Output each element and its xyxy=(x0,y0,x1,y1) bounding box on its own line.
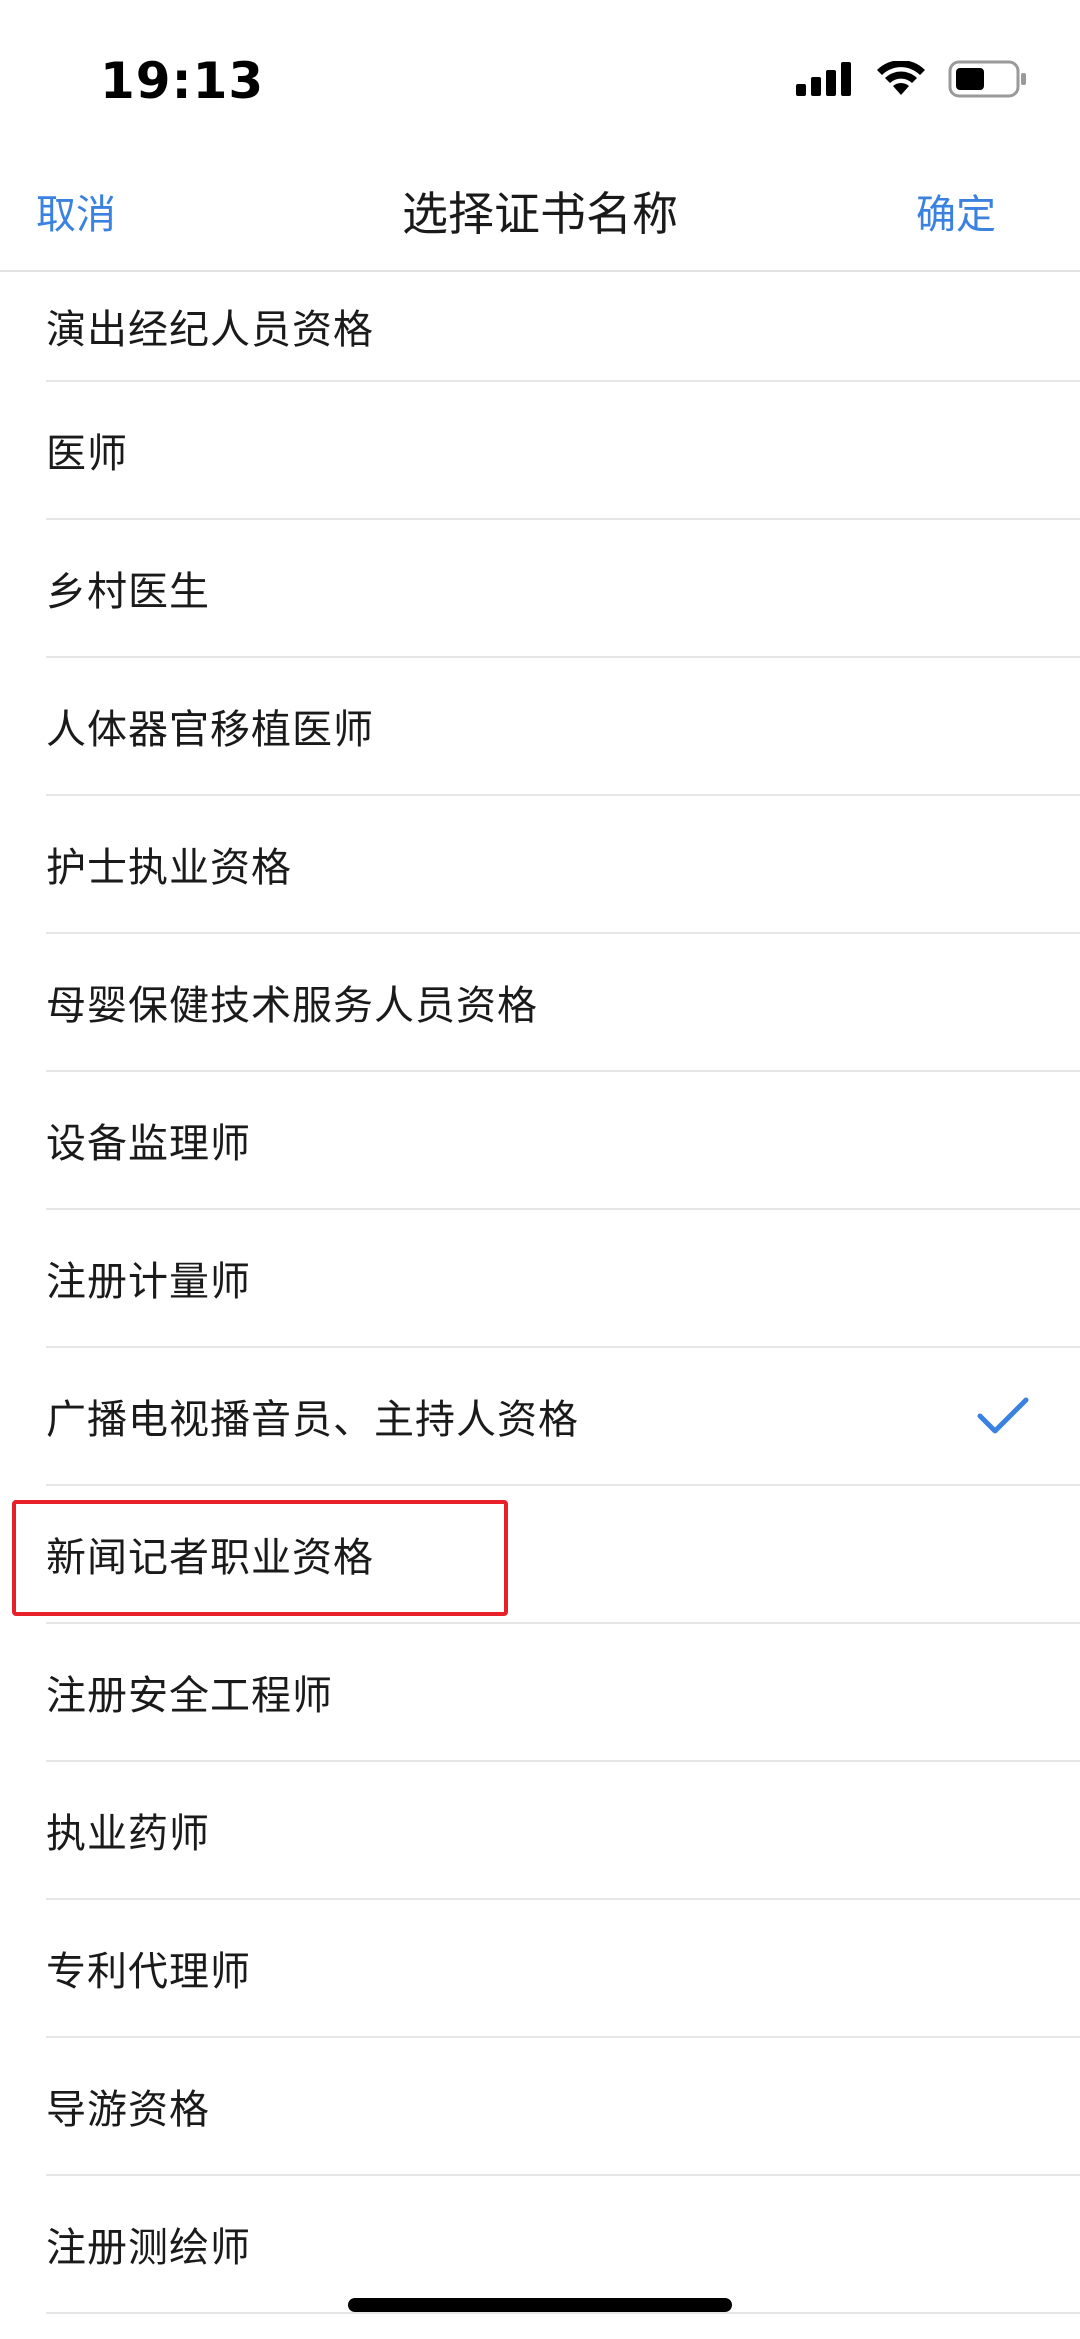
signal-icon xyxy=(796,62,854,100)
list-item-label: 注册计量师 xyxy=(46,1259,251,1305)
wifi-icon xyxy=(876,60,926,101)
list-item-selected[interactable]: 广播电视播音员、主持人资格 xyxy=(46,1348,1080,1486)
list-item-label: 新闻记者职业资格 xyxy=(46,1535,374,1581)
list-item[interactable]: 医师 xyxy=(46,382,1080,520)
certificate-list: 演出经纪人员资格 医师 乡村医生 人体器官移植医师 护士执业资格 母婴保健技术服… xyxy=(0,272,1080,2314)
list-item[interactable]: 执业药师 xyxy=(46,1762,1080,1900)
nav-bar: 取消 选择证书名称 确定 xyxy=(0,150,1080,272)
list-item[interactable]: 设备监理师 xyxy=(46,1072,1080,1210)
list-item-label: 人体器官移植医师 xyxy=(46,707,374,753)
list-item[interactable]: 注册测绘师 xyxy=(46,2176,1080,2314)
list-item[interactable]: 注册安全工程师 xyxy=(46,1624,1080,1762)
list-item-label: 注册测绘师 xyxy=(46,2225,251,2271)
list-item-label: 广播电视播音员、主持人资格 xyxy=(46,1397,579,1443)
list-item-label: 演出经纪人员资格 xyxy=(46,307,374,353)
list-item-label: 乡村医生 xyxy=(46,569,210,615)
status-time: 19:13 xyxy=(100,52,265,110)
home-indicator xyxy=(348,2298,732,2312)
list-item[interactable]: 注册计量师 xyxy=(46,1210,1080,1348)
list-item[interactable]: 导游资格 xyxy=(46,2038,1080,2176)
list-item[interactable]: 乡村医生 xyxy=(46,520,1080,658)
battery-icon xyxy=(948,60,1028,102)
list-item-label: 医师 xyxy=(46,431,128,477)
confirm-button[interactable]: 确定 xyxy=(916,182,996,240)
list-item[interactable]: 母婴保健技术服务人员资格 xyxy=(46,934,1080,1072)
list-item-label: 注册安全工程师 xyxy=(46,1673,333,1719)
list-item[interactable]: 新闻记者职业资格 xyxy=(46,1486,1080,1624)
list-item-label: 设备监理师 xyxy=(46,1121,251,1167)
list-item[interactable]: 护士执业资格 xyxy=(46,796,1080,934)
list-item-label: 执业药师 xyxy=(46,1811,210,1857)
checkmark-icon xyxy=(976,1396,1030,1436)
status-icons xyxy=(796,60,1028,102)
list-item-label: 护士执业资格 xyxy=(46,845,292,891)
list-item[interactable]: 演出经纪人员资格 xyxy=(46,272,1080,382)
status-bar: 19:13 xyxy=(0,0,1080,150)
list-item-label: 母婴保健技术服务人员资格 xyxy=(46,983,538,1029)
list-item-label: 专利代理师 xyxy=(46,1949,251,1995)
list-item-label: 导游资格 xyxy=(46,2087,210,2133)
list-item[interactable]: 人体器官移植医师 xyxy=(46,658,1080,796)
list-item[interactable]: 专利代理师 xyxy=(46,1900,1080,2038)
